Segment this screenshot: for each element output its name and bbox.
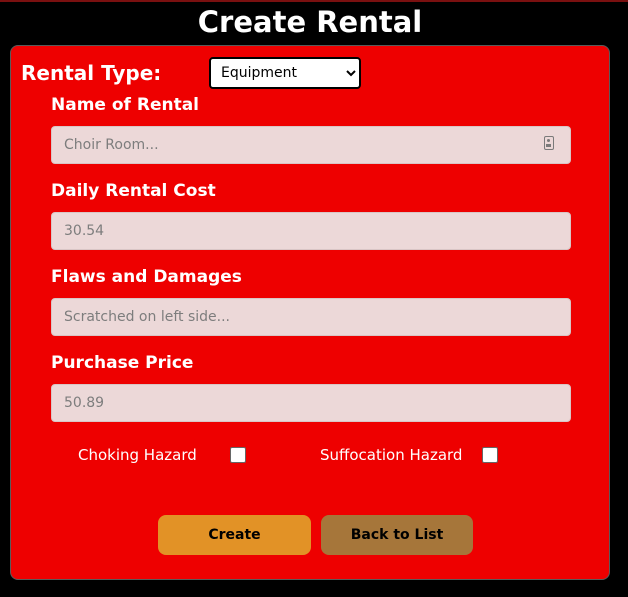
daily-rental-cost-label: Daily Rental Cost [51, 181, 216, 201]
top-border [0, 0, 628, 2]
flaws-and-damages-input[interactable] [51, 298, 571, 336]
name-of-rental-input[interactable] [51, 126, 571, 164]
back-to-list-button[interactable]: Back to List [321, 515, 473, 555]
suffocation-hazard-label: Suffocation Hazard [320, 446, 463, 464]
suffocation-hazard-checkbox[interactable] [482, 447, 498, 463]
create-button[interactable]: Create [158, 515, 311, 555]
create-rental-form: Rental Type: Equipment Name of Rental Da… [10, 45, 610, 580]
choking-hazard-label: Choking Hazard [78, 446, 197, 464]
flaws-and-damages-label: Flaws and Damages [51, 267, 242, 287]
choking-hazard-checkbox[interactable] [230, 447, 246, 463]
rental-type-select[interactable]: Equipment [209, 57, 361, 89]
contact-card-icon [544, 136, 554, 150]
create-rental-page: Create Rental Rental Type: Equipment Nam… [0, 0, 628, 597]
purchase-price-input[interactable] [51, 384, 571, 422]
name-of-rental-label: Name of Rental [51, 95, 200, 115]
daily-rental-cost-input[interactable] [51, 212, 571, 250]
page-title: Create Rental [197, 5, 423, 39]
rental-type-label: Rental Type: [21, 61, 162, 85]
purchase-price-label: Purchase Price [51, 353, 194, 373]
